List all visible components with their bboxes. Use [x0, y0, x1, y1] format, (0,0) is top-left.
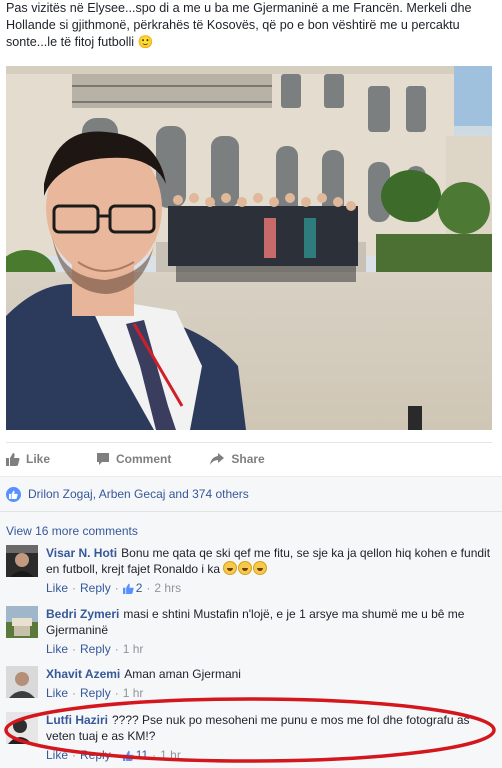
comment-time[interactable]: 1 hr — [123, 641, 144, 657]
post-text: Pas vizitës në Elysee...spo di a me u ba… — [6, 1, 472, 49]
like-button[interactable]: Like — [6, 452, 50, 466]
comment-icon — [97, 452, 110, 465]
laughing-emoji-icon — [253, 561, 268, 575]
comment-like-link[interactable]: Like — [46, 641, 68, 657]
share-button-label: Share — [231, 451, 265, 466]
comment-like-link[interactable]: Like — [46, 685, 68, 701]
comment-like-count[interactable]: 2 — [136, 580, 143, 596]
laughing-emoji-icon — [238, 561, 253, 575]
comment-button[interactable]: Comment — [96, 452, 171, 466]
likes-text[interactable]: Drilon Zogaj, Arben Gecaj and 374 others — [28, 487, 249, 501]
avatar[interactable] — [6, 545, 38, 577]
comment-button-label: Comment — [116, 451, 172, 466]
comment-like-count[interactable]: 11 — [136, 747, 148, 763]
avatar[interactable] — [6, 666, 38, 698]
comment-author[interactable]: Xhavit Azemi — [46, 667, 120, 681]
post-actions-bar: Like Comment Share — [6, 442, 492, 474]
share-icon — [210, 452, 225, 465]
like-reaction-icon — [6, 486, 21, 502]
post-photo[interactable] — [6, 66, 492, 430]
avatar[interactable] — [6, 606, 38, 638]
view-more-comments-link[interactable]: View 16 more comments — [6, 524, 138, 538]
comment-like-link[interactable]: Like — [46, 747, 68, 763]
thumbs-up-icon — [6, 452, 20, 466]
avatar[interactable] — [6, 712, 38, 744]
likes-summary[interactable]: Drilon Zogaj, Arben Gecaj and 374 others — [0, 476, 502, 512]
comment-like-link[interactable]: Like — [46, 580, 68, 596]
comment-text: Aman aman Gjermani — [124, 667, 241, 681]
comment-reply-link[interactable]: Reply — [80, 747, 111, 763]
comment-reply-link[interactable]: Reply — [80, 580, 111, 596]
comment-reply-link[interactable]: Reply — [80, 685, 111, 701]
thumbs-up-icon — [122, 750, 134, 761]
comment-reply-link[interactable]: Reply — [80, 641, 111, 657]
laughing-emoji-icon — [223, 561, 238, 575]
thumbs-up-icon — [122, 583, 134, 594]
like-button-label: Like — [26, 451, 51, 466]
comment-author[interactable]: Bedri Zymeri — [46, 607, 119, 621]
share-button[interactable]: Share — [209, 451, 265, 466]
comment-text: ???? Pse nuk po mesoheni me punu e mos m… — [46, 713, 470, 743]
comment-time[interactable]: 1 hr — [160, 747, 181, 763]
selfie-image — [6, 66, 492, 430]
comment-time[interactable]: 2 hrs — [154, 580, 181, 596]
comment-author[interactable]: Lutfi Haziri — [46, 713, 108, 727]
comment-time[interactable]: 1 hr — [123, 685, 144, 701]
comment-author[interactable]: Visar N. Hoti — [46, 546, 117, 560]
